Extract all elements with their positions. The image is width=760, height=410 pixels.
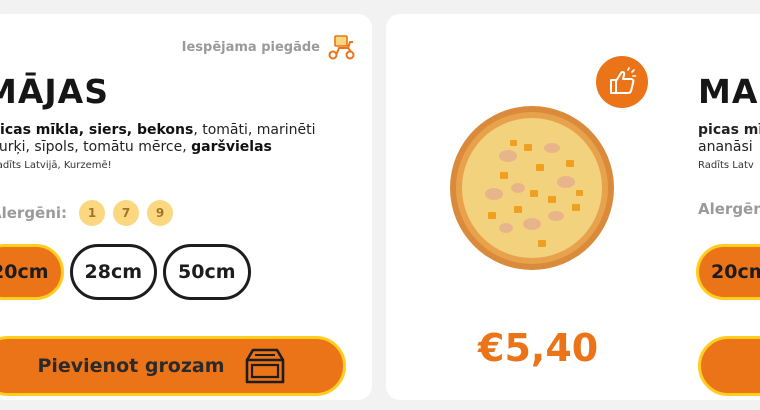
delivery-scooter-icon: [328, 35, 355, 60]
add-to-cart-button[interactable]: Pievienot grozam: [0, 336, 346, 396]
allergen-chip[interactable]: 1: [79, 200, 106, 226]
allergens-row: Alergēni: 1 7 9: [0, 200, 174, 226]
size-option-28cm[interactable]: 28cm: [69, 244, 158, 300]
allergens-label: Alergēn: [698, 200, 760, 218]
product-title: MAR: [698, 72, 760, 111]
delivery-label: Iespējama piegāde: [181, 39, 320, 55]
product-card-margarita: €5,40 MAR picas mīkla ananāsi Radīts Lat…: [386, 14, 760, 400]
product-origin: Radīts Latvijā, Kurzemē!: [0, 160, 112, 171]
product-ingredients: picas mīkla, siers, bekons, tomāti, mari…: [0, 122, 316, 155]
allergen-chip[interactable]: 9: [147, 200, 174, 226]
product-price: €5,40: [478, 326, 599, 370]
recommended-badge: [596, 56, 648, 108]
pizza-image: [450, 106, 614, 270]
allergen-chip[interactable]: 7: [113, 200, 140, 226]
size-option-20cm[interactable]: 20cm: [696, 244, 760, 300]
thumbs-up-icon: [610, 67, 637, 94]
product-card-majas: Iespējama piegāde MĀJAS picas mīkla, sie…: [0, 14, 372, 400]
add-to-cart-label: Pievienot grozam: [37, 355, 225, 377]
product-title: MĀJAS: [0, 72, 109, 111]
product-ingredients: picas mīkla ananāsi: [698, 122, 760, 155]
size-selector: 20cm 28cm 50cm: [0, 244, 251, 300]
allergens-label: Alergēni:: [0, 204, 68, 222]
size-option-50cm[interactable]: 50cm: [163, 244, 251, 300]
delivery-badge: Iespējama piegāde: [182, 34, 356, 60]
product-origin: Radīts Latv: [698, 160, 754, 171]
size-option-20cm[interactable]: 20cm: [0, 244, 64, 300]
add-to-cart-button[interactable]: [698, 336, 760, 396]
pizza-box-icon: [245, 348, 284, 384]
